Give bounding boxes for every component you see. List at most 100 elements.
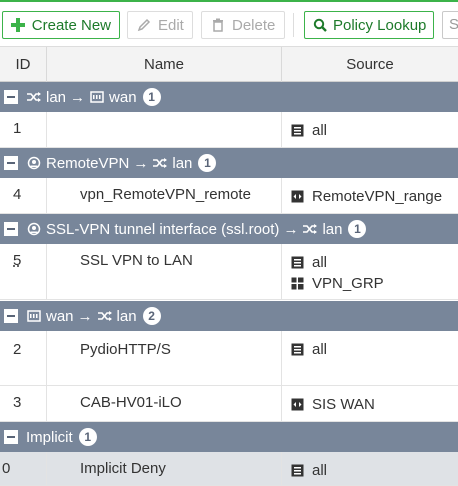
group-count-badge: 1 [78, 428, 97, 446]
source-label: VPN_GRP [312, 274, 384, 292]
address-group-icon [290, 276, 304, 290]
group-arrow: → [77, 307, 93, 325]
group-wan-to-lan[interactable]: wan → lan 2 [0, 301, 458, 331]
pencil-icon [136, 17, 152, 33]
group-from: wan [46, 307, 74, 325]
search-input[interactable]: S [442, 11, 458, 39]
collapse-toggle[interactable] [4, 430, 18, 444]
group-remotevpn-to-lan[interactable]: RemoteVPN → lan 1 [0, 148, 458, 178]
policy-id: 3 [0, 386, 47, 421]
policy-source: all VPN_GRP [282, 244, 458, 299]
group-from: lan [46, 88, 67, 106]
group-arrow: → [70, 88, 86, 106]
source-item[interactable]: all [290, 120, 458, 140]
vpn-tunnel-icon [26, 222, 42, 236]
search-icon [313, 17, 327, 33]
policy-name: SSL VPN to LAN [47, 244, 282, 299]
group-to: wan [109, 88, 137, 106]
policy-id: 4 [0, 178, 47, 213]
source-item[interactable]: all [290, 252, 458, 272]
policy-name: PydioHTTP/S [47, 331, 282, 385]
toolbar: Create New Edit Delete Policy Lookup S [0, 0, 458, 46]
group-count-badge: 2 [142, 307, 161, 325]
shuffle-icon [302, 222, 318, 236]
address-list-icon [290, 463, 304, 477]
collapse-toggle[interactable] [4, 156, 18, 170]
create-new-button[interactable]: Create New [2, 11, 120, 39]
policy-source: SIS WAN [282, 386, 458, 421]
table-row[interactable]: 4 vpn_RemoteVPN_remote RemoteVPN_range [0, 178, 458, 214]
address-list-icon [290, 255, 304, 269]
plus-icon [11, 17, 26, 33]
policy-source: all [282, 331, 458, 385]
network-port-icon [26, 309, 42, 323]
group-sslvpn-to-lan[interactable]: SSL-VPN tunnel interface (ssl.root) → la… [0, 214, 458, 244]
group-implicit[interactable]: Implicit 1 [0, 422, 458, 452]
source-item[interactable]: all [290, 339, 458, 359]
shuffle-icon [97, 309, 113, 323]
shuffle-icon [26, 90, 42, 104]
group-arrow: → [283, 220, 299, 238]
table-row[interactable]: 1 all [0, 112, 458, 148]
policy-source: all [282, 112, 458, 147]
table-header: ID Name Source [0, 46, 458, 82]
policy-id: 5 [0, 244, 47, 299]
source-label: all [312, 340, 328, 358]
group-label: Implicit [26, 428, 73, 446]
source-item[interactable]: RemoteVPN_range [290, 186, 458, 206]
group-to: lan [322, 220, 343, 238]
column-header-name[interactable]: Name [47, 47, 282, 82]
table-row[interactable]: 0 Implicit Deny all [0, 452, 458, 486]
table-row[interactable]: 3 CAB-HV01-iLO SIS WAN [0, 386, 458, 422]
delete-button[interactable]: Delete [201, 11, 285, 39]
address-range-icon [290, 397, 304, 411]
group-arrow: → [133, 154, 149, 172]
collapse-toggle[interactable] [4, 90, 18, 104]
column-header-source[interactable]: Source [282, 47, 458, 82]
shuffle-icon [152, 156, 168, 170]
policy-lookup-label: Policy Lookup [333, 16, 427, 34]
policy-name: CAB-HV01-iLO [47, 386, 282, 421]
collapse-toggle[interactable] [4, 309, 18, 323]
source-label: all [312, 461, 328, 479]
source-label: SIS WAN [312, 395, 375, 413]
group-to: lan [172, 154, 193, 172]
group-count-badge: 1 [198, 154, 217, 172]
source-label: RemoteVPN_range [312, 187, 443, 205]
policy-name: Implicit Deny [47, 452, 282, 485]
network-port-icon [89, 90, 105, 104]
source-item[interactable]: all [290, 460, 458, 480]
table-row[interactable]: 5 SSL VPN to LAN all VPN_GRP [0, 244, 458, 300]
policy-id: 0 [0, 452, 47, 485]
toolbar-divider [293, 13, 294, 37]
address-list-icon [290, 342, 304, 356]
source-item[interactable]: VPN_GRP [290, 273, 458, 293]
policy-id: 2 [0, 331, 47, 385]
source-item[interactable]: SIS WAN [290, 394, 458, 414]
trash-icon [210, 17, 226, 33]
policy-source: RemoteVPN_range [282, 178, 458, 213]
address-list-icon [290, 123, 304, 137]
vpn-tunnel-icon [26, 156, 42, 170]
policy-name [47, 112, 282, 147]
policy-lookup-button[interactable]: Policy Lookup [304, 11, 434, 39]
address-range-icon [290, 189, 304, 203]
create-new-label: Create New [31, 16, 111, 34]
delete-label: Delete [232, 16, 276, 34]
table-row[interactable]: 2 PydioHTTP/S all [0, 331, 458, 386]
column-header-id[interactable]: ID [0, 47, 47, 82]
group-from: SSL-VPN tunnel interface (ssl.root) [46, 220, 280, 238]
source-label: all [312, 121, 328, 139]
group-lan-to-wan[interactable]: lan → wan 1 [0, 82, 458, 112]
group-count-badge: 1 [142, 88, 161, 106]
group-count-badge: 1 [348, 220, 367, 238]
edit-label: Edit [158, 16, 184, 34]
edit-button[interactable]: Edit [127, 11, 193, 39]
policy-id: 1 [0, 112, 47, 147]
collapse-toggle[interactable] [4, 222, 18, 236]
group-from: RemoteVPN [46, 154, 130, 172]
source-label: all [312, 253, 328, 271]
group-to: lan [116, 307, 137, 325]
policy-source: all [282, 452, 458, 485]
policy-name: vpn_RemoteVPN_remote [47, 178, 282, 213]
